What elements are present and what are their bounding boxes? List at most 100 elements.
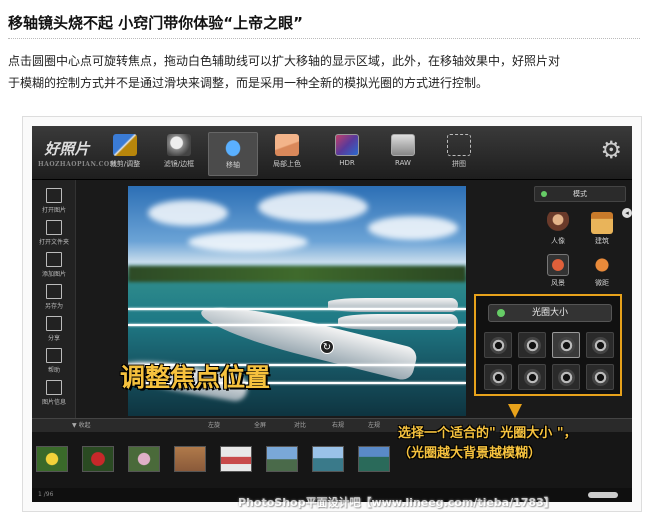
sidebar-item-add-image[interactable]: 添加图片 [32, 252, 76, 282]
thumbnail[interactable] [266, 446, 298, 472]
aperture-icon [524, 337, 541, 354]
open-folder-icon [46, 220, 62, 235]
rotate-right-button[interactable]: 右规 [332, 419, 344, 433]
help-icon [46, 348, 62, 363]
aperture-option[interactable] [518, 364, 546, 390]
tool-collage[interactable]: 拼图 [434, 132, 484, 176]
compare-button[interactable]: 对比 [294, 419, 306, 433]
thumbnail[interactable] [82, 446, 114, 472]
thumbnail[interactable] [220, 446, 252, 472]
aperture-option[interactable] [586, 332, 614, 358]
mode-landscape[interactable]: 风景 [540, 254, 576, 294]
aperture-option[interactable] [552, 364, 580, 390]
save-as-icon [46, 284, 62, 299]
aperture-icon [524, 369, 541, 386]
logo-text: 好照片 [44, 140, 90, 158]
tool-hdr[interactable]: HDR [322, 132, 372, 176]
title-divider [8, 38, 640, 39]
mode-label: 微距 [595, 279, 609, 287]
aperture-icon [490, 369, 507, 386]
panel-collapse-icon[interactable]: ◂ [622, 208, 632, 218]
tool-label: 裁剪/调整 [109, 160, 141, 168]
share-icon [46, 316, 62, 331]
aperture-status-dot [497, 309, 505, 317]
article-paragraph: 点击圆圈中心点可旋转焦点，拖动白色辅助线可以扩大移轴的显示区域，此外，在移轴效果… [8, 50, 640, 94]
tool-local-color[interactable]: 局部上色 [262, 132, 312, 176]
tool-raw[interactable]: RAW [378, 132, 428, 176]
thumbnail[interactable] [312, 446, 344, 472]
mode-header: 模式 [534, 186, 626, 202]
sidebar-item-image-info[interactable]: 图片信息 [32, 380, 76, 410]
thumbnail[interactable] [128, 446, 160, 472]
sidebar-item-help[interactable]: 帮助 [32, 348, 76, 378]
boat [338, 314, 458, 330]
sidebar-item-open-image[interactable]: 打开图片 [32, 188, 76, 218]
aperture-size-panel: 光圈大小 [474, 294, 622, 396]
collage-icon [447, 134, 471, 156]
article-title: 移轴镜头烧不起 小窍门带你体验“上帝之眼” [8, 14, 303, 32]
building-icon [591, 212, 613, 234]
sidebar-item-save-as[interactable]: 另存为 [32, 284, 76, 314]
sidebar-item-label: 打开图片 [41, 207, 66, 214]
rotate-left-button[interactable]: 左旋 [208, 419, 220, 433]
mode-label: 人像 [551, 237, 565, 245]
tool-filter-frame[interactable]: 滤镜/边框 [154, 132, 204, 176]
annotation-adjust-focus: 调整焦点位置 [120, 363, 271, 392]
paragraph-line: 于模糊的控制方式并不是通过滑块来调整，而是采用一种全新的模拟光圈的方式进行控制。 [8, 76, 489, 90]
aperture-option[interactable] [586, 364, 614, 390]
aperture-option[interactable] [484, 364, 512, 390]
aperture-option-selected[interactable] [552, 332, 580, 358]
sidebar-item-label: 另存为 [44, 303, 63, 310]
callout-line: （光圈越大背景越模糊） [398, 446, 542, 461]
sidebar-item-label: 添加图片 [41, 271, 66, 278]
open-image-icon [46, 188, 62, 203]
collapse-button[interactable]: ▼ 收起 [72, 419, 91, 433]
aperture-icon [592, 369, 609, 386]
rotate-focus-icon[interactable]: ↻ [320, 340, 334, 354]
back-button[interactable]: 左规 [368, 419, 380, 433]
thumbnail[interactable] [174, 446, 206, 472]
callout-line: 选择一个适合的" 光圈大小 "， [398, 426, 577, 441]
guide-line-top[interactable] [128, 308, 466, 310]
crop-adjust-icon [113, 134, 137, 156]
tool-label: 移轴 [226, 161, 240, 169]
tool-crop-adjust[interactable]: 裁剪/调整 [100, 132, 150, 176]
portrait-icon [547, 212, 569, 234]
cloud [258, 192, 368, 222]
callout-arrow-icon [508, 404, 522, 418]
boat [328, 298, 458, 312]
guide-line-inner[interactable] [128, 324, 466, 326]
mode-portrait[interactable]: 人像 [540, 212, 576, 252]
mode-status-dot [541, 191, 547, 197]
mode-macro[interactable]: 微距 [584, 254, 620, 294]
thumbnail[interactable] [36, 446, 68, 472]
aperture-header: 光圈大小 [488, 304, 612, 322]
paragraph-line: 点击圆圈中心点可旋转焦点，拖动白色辅助线可以扩大移轴的显示区域，此外，在移轴效果… [8, 54, 561, 68]
local-color-icon [275, 134, 299, 156]
sidebar-item-open-folder[interactable]: 打开文件夹 [32, 220, 76, 250]
logo-url: HAOZHAOPIAN.COM [38, 161, 117, 168]
annotation-aperture: 选择一个适合的" 光圈大小 "， （光圈越大背景越模糊） [398, 424, 577, 464]
gear-icon[interactable]: ⚙ [600, 138, 622, 162]
fullscreen-button[interactable]: 全屏 [254, 419, 266, 433]
tool-label: 滤镜/边框 [163, 160, 195, 168]
sidebar-item-share[interactable]: 分享 [32, 316, 76, 346]
filter-frame-icon [167, 134, 191, 156]
mode-building[interactable]: 建筑 [584, 212, 620, 252]
mode-panel: 模式 ◂ 人像 建筑 风景 微距 [532, 186, 632, 296]
aperture-option[interactable] [484, 332, 512, 358]
filmstrip-scrollbar[interactable] [588, 492, 618, 498]
aperture-header-label: 光圈大小 [531, 308, 568, 318]
page-counter: 1 /96 [38, 491, 54, 498]
mode-header-label: 模式 [573, 190, 587, 198]
hdr-icon [335, 134, 359, 156]
add-image-icon [46, 252, 62, 267]
macro-icon [591, 254, 613, 276]
aperture-icon [558, 337, 575, 354]
aperture-option[interactable] [518, 332, 546, 358]
sidebar-item-label: 图片信息 [41, 399, 66, 406]
tool-label: RAW [395, 159, 411, 167]
haozhaopian-app-window: 好照片 HAOZHAOPIAN.COM 裁剪/调整 滤镜/边框 移轴 局部上色 … [32, 126, 632, 502]
thumbnail[interactable] [358, 446, 390, 472]
tool-tilt-shift[interactable]: 移轴 [208, 132, 258, 176]
